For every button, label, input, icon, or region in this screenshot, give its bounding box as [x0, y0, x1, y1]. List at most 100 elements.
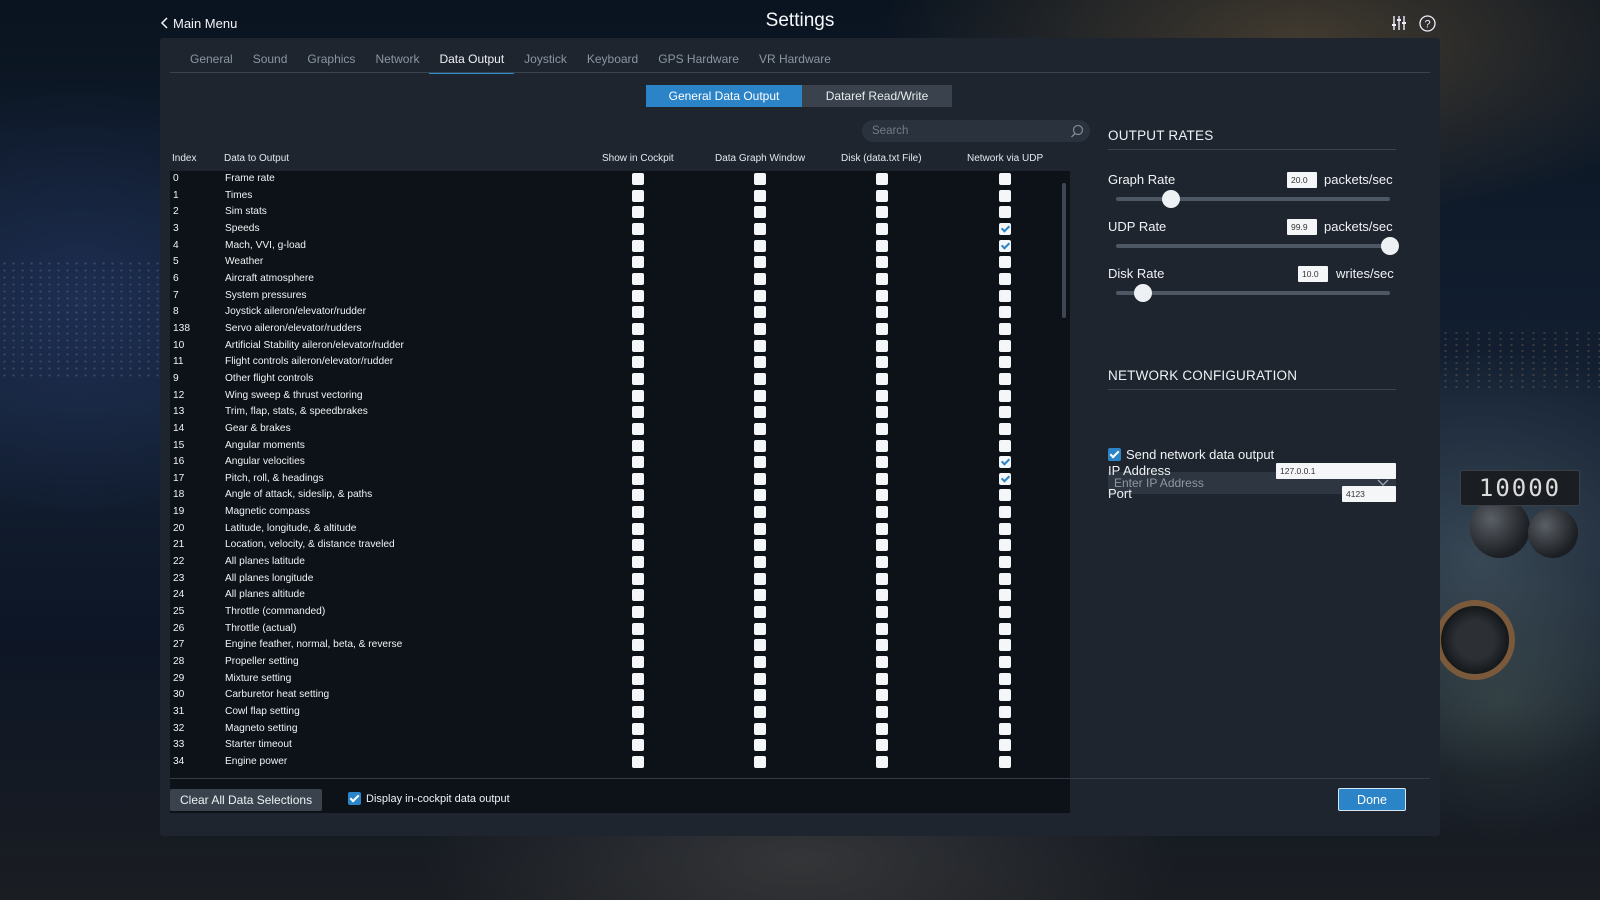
tab-joystick[interactable]: Joystick: [514, 50, 577, 74]
disk-file-checkbox[interactable]: [876, 339, 888, 352]
data-graph-window-checkbox[interactable]: [754, 406, 766, 419]
disk-file-checkbox[interactable]: [876, 439, 888, 452]
ip-address-field[interactable]: 127.0.0.1: [1276, 463, 1396, 479]
show-in-cockpit-checkbox[interactable]: [632, 239, 644, 252]
disk-rate-slider[interactable]: [1116, 284, 1390, 302]
clear-all-selections-button[interactable]: Clear All Data Selections: [170, 789, 323, 811]
data-graph-window-checkbox[interactable]: [754, 506, 766, 519]
port-field[interactable]: 4123: [1342, 486, 1396, 502]
tab-data-output[interactable]: Data Output: [429, 50, 515, 74]
network-udp-checkbox[interactable]: [999, 256, 1011, 269]
network-udp-checkbox[interactable]: [999, 472, 1011, 485]
show-in-cockpit-checkbox[interactable]: [632, 222, 644, 235]
show-in-cockpit-checkbox[interactable]: [632, 372, 644, 385]
table-scrollbar[interactable]: [1062, 183, 1066, 318]
show-in-cockpit-checkbox[interactable]: [632, 456, 644, 469]
data-graph-window-checkbox[interactable]: [754, 539, 766, 552]
disk-file-checkbox[interactable]: [876, 372, 888, 385]
data-graph-window-checkbox[interactable]: [754, 639, 766, 652]
disk-file-checkbox[interactable]: [876, 356, 888, 369]
disk-file-checkbox[interactable]: [876, 739, 888, 752]
network-udp-checkbox[interactable]: [999, 222, 1011, 235]
disk-rate-field[interactable]: 10.0: [1298, 266, 1328, 282]
disk-file-checkbox[interactable]: [876, 289, 888, 302]
data-graph-window-checkbox[interactable]: [754, 322, 766, 335]
data-graph-window-checkbox[interactable]: [754, 556, 766, 569]
disk-file-checkbox[interactable]: [876, 589, 888, 602]
tab-keyboard[interactable]: Keyboard: [577, 50, 648, 74]
disk-file-checkbox[interactable]: [876, 672, 888, 685]
udp-rate-slider-thumb[interactable]: [1381, 237, 1399, 255]
data-graph-window-checkbox[interactable]: [754, 239, 766, 252]
show-in-cockpit-checkbox[interactable]: [632, 539, 644, 552]
network-udp-checkbox[interactable]: [999, 672, 1011, 685]
show-in-cockpit-checkbox[interactable]: [632, 422, 644, 435]
disk-file-checkbox[interactable]: [876, 556, 888, 569]
network-udp-checkbox[interactable]: [999, 556, 1011, 569]
show-in-cockpit-checkbox[interactable]: [632, 322, 644, 335]
show-in-cockpit-checkbox[interactable]: [632, 706, 644, 718]
network-udp-checkbox[interactable]: [999, 272, 1011, 285]
data-graph-window-checkbox[interactable]: [754, 755, 766, 768]
disk-file-checkbox[interactable]: [876, 472, 888, 485]
graph-rate-field[interactable]: 20.0: [1287, 172, 1317, 188]
disk-file-checkbox[interactable]: [876, 422, 888, 435]
data-graph-window-checkbox[interactable]: [754, 272, 766, 285]
network-udp-checkbox[interactable]: [999, 439, 1011, 452]
network-udp-checkbox[interactable]: [999, 689, 1011, 702]
disk-file-checkbox[interactable]: [876, 406, 888, 419]
disk-file-checkbox[interactable]: [876, 706, 888, 718]
data-output-table[interactable]: 0 Frame rate 1 Times 2 Sim stats 3 Speeds 4 Mach,…: [170, 171, 1070, 813]
network-udp-checkbox[interactable]: [999, 589, 1011, 602]
data-graph-window-checkbox[interactable]: [754, 589, 766, 602]
data-graph-window-checkbox[interactable]: [754, 489, 766, 502]
show-in-cockpit-checkbox[interactable]: [632, 755, 644, 768]
tab-general[interactable]: General: [180, 50, 243, 74]
disk-file-checkbox[interactable]: [876, 722, 888, 735]
show-in-cockpit-checkbox[interactable]: [632, 556, 644, 569]
network-udp-checkbox[interactable]: [999, 622, 1011, 635]
network-udp-checkbox[interactable]: [999, 289, 1011, 302]
data-graph-window-checkbox[interactable]: [754, 606, 766, 619]
general-data-output-tab[interactable]: General Data Output: [646, 85, 802, 107]
tab-sound[interactable]: Sound: [243, 50, 298, 74]
data-graph-window-checkbox[interactable]: [754, 189, 766, 202]
network-udp-checkbox[interactable]: [999, 456, 1011, 469]
display-in-cockpit-checkbox[interactable]: [348, 792, 361, 805]
show-in-cockpit-checkbox[interactable]: [632, 639, 644, 652]
network-udp-checkbox[interactable]: [999, 639, 1011, 652]
network-udp-checkbox[interactable]: [999, 173, 1011, 185]
udp-rate-slider[interactable]: [1116, 237, 1399, 255]
disk-file-checkbox[interactable]: [876, 689, 888, 702]
network-udp-checkbox[interactable]: [999, 422, 1011, 435]
send-network-output-checkbox[interactable]: [1108, 448, 1121, 461]
network-udp-checkbox[interactable]: [999, 239, 1011, 252]
disk-file-checkbox[interactable]: [876, 222, 888, 235]
show-in-cockpit-checkbox[interactable]: [632, 439, 644, 452]
network-udp-checkbox[interactable]: [999, 389, 1011, 402]
data-graph-window-checkbox[interactable]: [754, 689, 766, 702]
data-graph-window-checkbox[interactable]: [754, 706, 766, 718]
disk-file-checkbox[interactable]: [876, 506, 888, 519]
network-udp-checkbox[interactable]: [999, 506, 1011, 519]
disk-file-checkbox[interactable]: [876, 755, 888, 768]
disk-file-checkbox[interactable]: [876, 606, 888, 619]
graph-rate-slider[interactable]: [1116, 190, 1390, 208]
data-graph-window-checkbox[interactable]: [754, 422, 766, 435]
data-graph-window-checkbox[interactable]: [754, 289, 766, 302]
disk-file-checkbox[interactable]: [876, 256, 888, 269]
show-in-cockpit-checkbox[interactable]: [632, 339, 644, 352]
network-udp-checkbox[interactable]: [999, 606, 1011, 619]
show-in-cockpit-checkbox[interactable]: [632, 289, 644, 302]
disk-file-checkbox[interactable]: [876, 189, 888, 202]
disk-file-checkbox[interactable]: [876, 539, 888, 552]
data-graph-window-checkbox[interactable]: [754, 472, 766, 485]
disk-file-checkbox[interactable]: [876, 639, 888, 652]
disk-file-checkbox[interactable]: [876, 239, 888, 252]
data-graph-window-checkbox[interactable]: [754, 439, 766, 452]
network-udp-checkbox[interactable]: [999, 206, 1011, 219]
udp-rate-field[interactable]: 99.9: [1287, 219, 1317, 235]
tab-gps-hardware[interactable]: GPS Hardware: [648, 50, 749, 74]
show-in-cockpit-checkbox[interactable]: [632, 522, 644, 535]
dataref-read-write-tab[interactable]: Dataref Read/Write: [802, 85, 952, 107]
